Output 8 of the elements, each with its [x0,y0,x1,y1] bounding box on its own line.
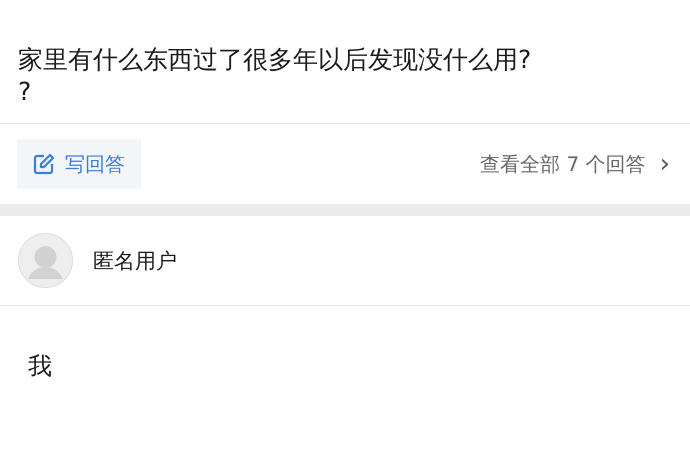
avatar [18,233,73,288]
question-title: ? [18,76,32,108]
answer-text: 我 [27,351,53,382]
view-all-answers-link[interactable]: 查看全部 7 个回答 › [480,149,670,179]
edit-icon [33,153,55,175]
write-answer-button[interactable]: 写回答 [17,139,141,189]
author-name[interactable]: 匿名用户 [93,246,177,274]
question-title: 家里有什么东西过了很多年以后发现没什么用? [18,44,532,76]
